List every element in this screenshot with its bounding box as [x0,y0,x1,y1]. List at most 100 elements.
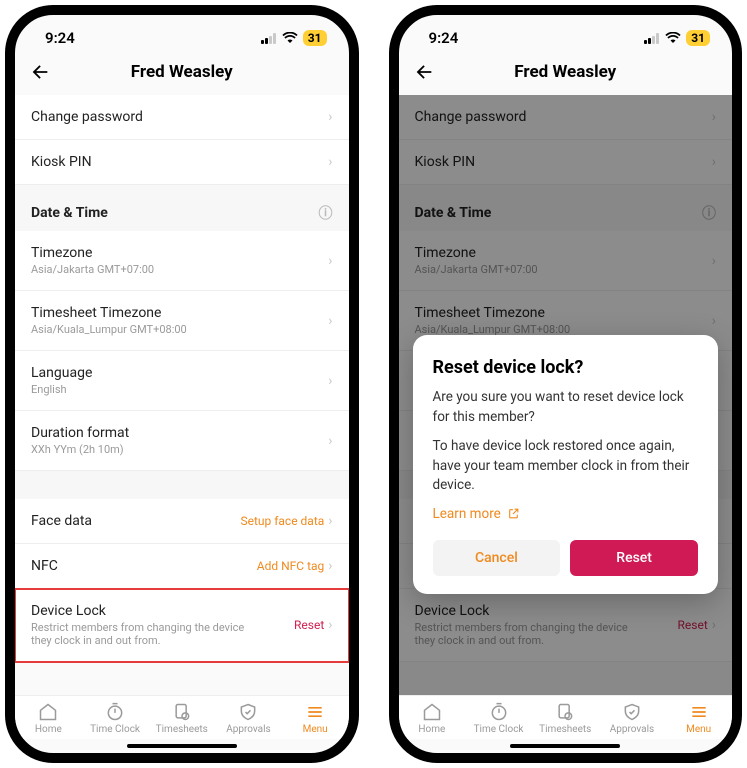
row-timezone[interactable]: TimezoneAsia/Jakarta GMT+07:00› [399,231,733,291]
row-action[interactable]: Reset [294,618,324,632]
battery-badge: 31 [686,30,710,46]
row-kiosk-pin[interactable]: Kiosk PIN › [15,140,349,185]
menu-icon [305,702,325,722]
tab-menu[interactable]: Menu [282,702,349,735]
row-change-password[interactable]: Change password › [15,95,349,140]
page-title: Fred Weasley [57,62,307,82]
wifi-icon [282,32,298,44]
tab-approvals[interactable]: Approvals [599,702,666,735]
row-device-lock[interactable]: Device Lock Restrict members from changin… [399,589,733,662]
row-label: Kiosk PIN [415,154,476,170]
section-date-time: Date & Time ⓘ [15,185,349,231]
menu-icon [689,702,709,722]
row-label: Face data [31,513,92,529]
tab-approvals[interactable]: Approvals [215,702,282,735]
reset-button[interactable]: Reset [570,540,698,576]
info-icon[interactable]: ⓘ [702,203,716,223]
chevron-right-icon: › [328,154,332,170]
stopwatch-icon [105,702,125,722]
row-sub: XXh YYm (2h 10m) [31,443,129,456]
tab-menu[interactable]: Menu [665,702,732,735]
timesheet-icon [172,702,192,722]
chevron-right-icon: › [328,373,332,389]
row-label: Timezone [31,245,154,261]
chevron-right-icon: › [328,253,332,269]
status-time: 9:24 [429,29,459,47]
chevron-right-icon: › [712,109,716,125]
chevron-right-icon: › [328,109,332,125]
row-action[interactable]: Setup face data [240,514,324,528]
row-sub: Restrict members from changing the devic… [31,621,261,647]
tab-label: Time Clock [90,724,140,735]
reset-device-lock-modal: Reset device lock? Are you sure you want… [413,335,719,594]
back-button[interactable] [29,61,57,83]
row-action[interactable]: Reset [678,618,708,632]
wifi-icon [665,32,681,44]
tab-bar: Home Time Clock Timesheets Approvals Men… [15,695,349,739]
section-gap [15,471,349,499]
tab-time-clock[interactable]: Time Clock [82,702,149,735]
modal-title: Reset device lock? [433,357,699,378]
status-right: 31 [261,30,327,46]
row-device-lock[interactable]: Device Lock Restrict members from changi… [15,589,349,662]
row-label: NFC [31,558,58,574]
learn-more-link[interactable]: Learn more [433,506,699,522]
row-nfc[interactable]: NFC Add NFC tag › [15,544,349,589]
status-time: 9:24 [45,29,75,47]
home-icon [38,702,58,722]
tab-label: Approvals [226,724,270,735]
row-action[interactable]: Add NFC tag [257,559,325,573]
row-label: Device Lock [415,603,645,619]
tab-label: Home [418,724,445,735]
row-label: Change password [415,109,527,125]
chevron-right-icon: › [712,154,716,170]
tab-label: Approvals [610,724,654,735]
external-link-icon [507,507,520,520]
home-icon [422,702,442,722]
row-label: Timesheet Timezone [31,305,187,321]
battery-badge: 31 [303,30,327,46]
chevron-right-icon: › [712,617,716,633]
phone-screenshot-right: 9:24 31 Fred Weasley Change password› Ki… [389,5,743,763]
row-sub: English [31,383,92,396]
row-label: Timezone [415,245,538,261]
row-change-password[interactable]: Change password › [399,95,733,140]
shield-check-icon [622,702,642,722]
row-timesheet-timezone[interactable]: Timesheet Timezone Asia/Kuala_Lumpur GMT… [15,291,349,351]
row-label: Duration format [31,425,129,441]
phone-screenshot-left: 9:24 31 Fred Weasley Change password › K… [5,5,359,763]
screen-body: Change password › Kiosk PIN › Date & Tim… [15,95,349,695]
row-timezone[interactable]: Timezone Asia/Jakarta GMT+07:00 › [15,231,349,291]
shield-check-icon [238,702,258,722]
row-kiosk-pin[interactable]: Kiosk PIN › [399,140,733,185]
back-button[interactable] [413,61,441,83]
row-language[interactable]: Language English › [15,351,349,411]
header: Fred Weasley [15,55,349,95]
row-label: Timesheet Timezone [415,305,571,321]
tab-label: Menu [303,724,328,735]
modal-text-1: Are you sure you want to reset device lo… [433,388,699,427]
tab-label: Timesheets [539,724,591,735]
chevron-right-icon: › [712,253,716,269]
tab-timesheets[interactable]: Timesheets [532,702,599,735]
chevron-right-icon: › [712,313,716,329]
chevron-right-icon: › [328,433,332,449]
tab-label: Time Clock [474,724,524,735]
info-icon[interactable]: ⓘ [319,203,333,223]
tab-time-clock[interactable]: Time Clock [465,702,532,735]
row-label: Language [31,365,92,381]
status-right: 31 [644,30,710,46]
row-face-data[interactable]: Face data Setup face data › [15,499,349,544]
cancel-button[interactable]: Cancel [433,540,561,576]
screen-body: Change password › Kiosk PIN › Date & Time ⓘ… [399,95,733,695]
row-label: Change password [31,109,143,125]
row-duration-format[interactable]: Duration format XXh YYm (2h 10m) › [15,411,349,471]
tab-label: Home [35,724,62,735]
tab-timesheets[interactable]: Timesheets [148,702,215,735]
tab-home[interactable]: Home [15,702,82,735]
row-sub: Restrict members from changing the devic… [415,621,645,647]
row-sub: Asia/Kuala_Lumpur GMT+08:00 [31,323,187,336]
chevron-right-icon: › [328,617,332,633]
section-title: Date & Time [415,205,492,221]
tab-home[interactable]: Home [399,702,466,735]
